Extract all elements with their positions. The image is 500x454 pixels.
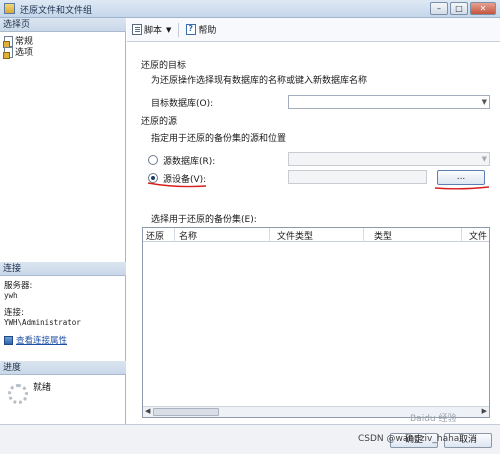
app-icon: [4, 3, 15, 14]
pages-header: 选择页: [0, 18, 126, 32]
server-value: ywh: [4, 291, 18, 300]
server-label: 服务器:: [4, 281, 33, 291]
backup-sets-label: 选择用于还原的备份集(E):: [151, 215, 257, 225]
target-db-combo[interactable]: ▼: [288, 95, 490, 109]
page-icon: [3, 35, 13, 48]
scroll-right-icon[interactable]: ▶: [482, 407, 487, 415]
close-button[interactable]: ✕: [470, 2, 496, 15]
script-icon: [132, 24, 142, 35]
column-header-file-type[interactable]: 文件类型: [277, 229, 313, 242]
source-db-combo[interactable]: ▼: [288, 152, 490, 166]
connection-value: YWH\Administrator: [4, 318, 81, 327]
page-item-label: 选项: [15, 48, 34, 58]
bottom-bar: 确定 取消 CSDN @wangziv_haha Baidu 经验: [0, 414, 500, 454]
window-controls: – □ ✕: [430, 2, 496, 15]
source-device-label: 源设备(V):: [163, 175, 207, 185]
source-device-input[interactable]: [288, 170, 427, 184]
window-title: 还原文件和文件组: [20, 6, 93, 16]
scroll-left-icon[interactable]: ◀: [145, 407, 150, 415]
browse-device-button[interactable]: ...: [437, 170, 485, 185]
column-header-name[interactable]: 名称: [179, 229, 197, 242]
baidu-watermark: Baidu 经验: [410, 414, 457, 424]
restore-target-desc: 为还原操作选择现有数据库的名称或键入新数据库名称: [151, 76, 368, 86]
help-icon: [186, 24, 197, 35]
column-header-type[interactable]: 类型: [374, 229, 392, 242]
help-label: 帮助: [198, 26, 217, 36]
progress-status: 就绪: [33, 383, 52, 393]
chevron-down-icon: ▼: [481, 155, 487, 163]
backup-sets-grid[interactable]: 还原 名称 文件类型 类型 文件 ◀ ▶: [142, 227, 490, 418]
column-separator: [461, 228, 462, 242]
progress-header: 进度: [0, 361, 126, 375]
maximize-button[interactable]: □: [450, 2, 468, 15]
source-db-radio[interactable]: [148, 155, 158, 165]
restore-target-heading: 还原的目标: [141, 61, 187, 71]
target-db-label: 目标数据库(O):: [151, 99, 214, 109]
connection-header: 连接: [0, 262, 126, 276]
left-pane: 选择页 常规 选项 连接 服务器: ywh 连接: YWH\Administra…: [0, 18, 126, 424]
script-button[interactable]: 脚本: [132, 23, 162, 36]
restore-source-desc: 指定用于还原的备份集的源和位置: [151, 134, 287, 144]
toolbar: 脚本 ▼ 帮助: [127, 18, 500, 42]
column-separator: [363, 228, 364, 242]
script-dropdown-arrow-icon[interactable]: ▼: [166, 26, 171, 34]
progress-spinner-icon: [8, 384, 28, 404]
properties-icon: [4, 335, 13, 345]
scrollbar-thumb[interactable]: [153, 408, 219, 416]
csdn-watermark: CSDN @wangziv_haha: [358, 434, 460, 444]
column-separator: [174, 228, 175, 242]
page-icon: [3, 46, 13, 59]
title-bar: 还原文件和文件组 – □ ✕: [0, 0, 500, 18]
column-header-restore[interactable]: 还原: [146, 229, 164, 242]
connection-label: 连接:: [4, 308, 24, 318]
help-button[interactable]: 帮助: [186, 23, 216, 36]
restore-source-heading: 还原的源: [141, 117, 178, 127]
minimize-button[interactable]: –: [430, 2, 448, 15]
column-header-file[interactable]: 文件: [469, 229, 487, 242]
source-device-radio[interactable]: [148, 173, 158, 183]
chevron-down-icon: ▼: [481, 98, 487, 106]
right-pane: 脚本 ▼ 帮助 还原的目标 为还原操作选择现有数据库的名称或键入新数据库名称 目…: [127, 18, 500, 424]
view-connection-properties-link[interactable]: 查看连接属性: [16, 334, 67, 346]
toolbar-separator: [178, 22, 180, 37]
annotation-underline-browse: [434, 186, 490, 190]
source-db-label: 源数据库(R):: [163, 157, 216, 167]
page-item-options[interactable]: 选项: [3, 46, 34, 59]
grid-header: 还原 名称 文件类型 类型 文件: [143, 228, 489, 242]
script-label: 脚本: [144, 26, 163, 36]
column-separator: [269, 228, 270, 242]
view-connection-properties[interactable]: 查看连接属性: [4, 334, 67, 346]
